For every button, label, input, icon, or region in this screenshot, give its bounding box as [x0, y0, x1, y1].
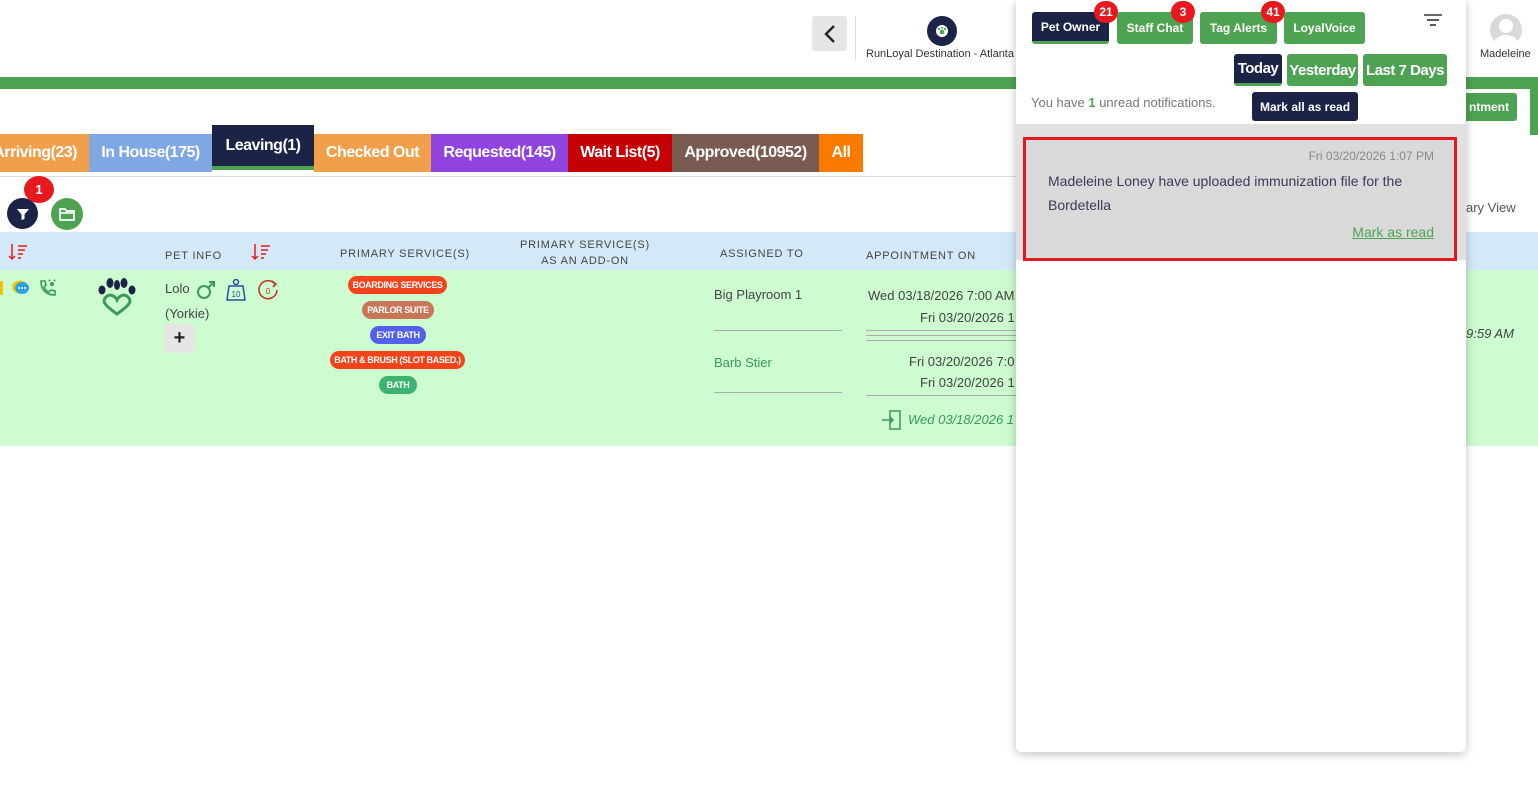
pet-avatar-paw-icon	[98, 278, 136, 316]
phone-pet-icon[interactable]	[38, 278, 58, 298]
filter-icon	[16, 208, 29, 220]
assigned-staff[interactable]: Barb Stier	[714, 355, 772, 370]
male-gender-icon	[197, 281, 215, 299]
date-tab-yesterday[interactable]: Yesterday	[1287, 54, 1358, 86]
tab-approved[interactable]: Approved(10952)	[672, 134, 819, 172]
service-pill[interactable]: BOARDING SERVICES	[348, 276, 447, 294]
mark-all-read-button[interactable]: Mark all as read	[1252, 92, 1358, 121]
date-tab-today[interactable]: Today	[1234, 54, 1282, 86]
notification-list: Fri 03/20/2026 1:07 PM Madeleine Loney h…	[1016, 124, 1466, 261]
appointment-start-2: Fri 03/20/2026 7:0	[909, 354, 1015, 369]
header-primary-services: PRIMARY SERVICE(S)	[340, 248, 470, 260]
visit-count-icon: 0	[258, 279, 278, 300]
notif-tab-tag-alerts[interactable]: Tag Alerts 41	[1200, 1, 1285, 44]
add-pet-info-button[interactable]: +	[164, 324, 195, 353]
mark-as-read-link[interactable]: Mark as read	[1352, 224, 1434, 240]
tab-label: Staff Chat	[1126, 21, 1184, 35]
notif-tab-staff-chat[interactable]: Staff Chat 3	[1117, 1, 1195, 44]
row-divider	[866, 335, 1016, 336]
row-divider	[866, 340, 1016, 341]
tab-requested[interactable]: Requested(145)	[431, 134, 568, 172]
sort-icon[interactable]	[251, 242, 271, 262]
sort-icon[interactable]	[8, 242, 28, 262]
header-appointment-on: APPOINTMENT ON	[866, 250, 977, 262]
tab-label: Tag Alerts	[1209, 21, 1268, 35]
row-divider	[714, 330, 842, 331]
tab-in-house[interactable]: In House(175)	[89, 134, 212, 172]
filter-count-badge: 1	[24, 176, 54, 203]
location-logo[interactable]	[927, 16, 957, 46]
header-primary-addon: PRIMARY SERVICE(S) AS AN ADD-ON	[520, 239, 650, 267]
notification-message: Madeleine Loney have uploaded immunizati…	[1048, 173, 1403, 213]
header-assigned-to: ASSIGNED TO	[720, 248, 804, 260]
back-button[interactable]	[812, 16, 847, 51]
unread-count: 1	[1088, 95, 1096, 110]
folder-icon	[59, 208, 75, 221]
user-icon	[1494, 19, 1518, 46]
paw-icon	[936, 25, 948, 37]
user-name[interactable]: Madeleine	[1480, 48, 1531, 60]
right-time: 9:59 AM	[1466, 326, 1514, 341]
tab-label: LoyalVoice	[1293, 21, 1356, 35]
notif-tab-pet-owner[interactable]: Pet Owner 21	[1032, 1, 1118, 44]
tab-arriving[interactable]: Arriving(23)	[0, 134, 89, 172]
status-marker	[0, 281, 3, 295]
notif-count-badge: 3	[1171, 1, 1195, 23]
service-pill[interactable]: EXIT BATH	[370, 326, 426, 344]
location-name[interactable]: RunLoyal Destination - Atlanta	[866, 48, 1016, 60]
appointment-end: Fri 03/20/2026 1	[920, 310, 1015, 325]
weight-icon: 10	[226, 278, 246, 301]
checkout-icon	[882, 410, 901, 430]
right-accent	[1530, 89, 1538, 135]
header-divider	[855, 16, 856, 60]
chevron-left-icon	[823, 24, 835, 43]
tabs-underline	[0, 176, 1016, 177]
tab-label: Pet Owner	[1040, 19, 1101, 34]
pet-visits: 0	[266, 287, 271, 296]
date-tab-last-7-days[interactable]: Last 7 Days	[1363, 54, 1447, 86]
tab-wait-list[interactable]: Wait List(5)	[568, 134, 672, 172]
checkout-time: Wed 03/18/2026 1	[908, 412, 1015, 427]
tab-checked-out[interactable]: Checked Out	[314, 134, 431, 172]
appointment-start: Wed 03/18/2026 7:00 AM	[868, 288, 1015, 303]
unread-summary: You have 1 unread notifications.	[1031, 95, 1216, 110]
service-pill[interactable]: BATH & BRUSH (SLOT BASED.)	[330, 351, 465, 369]
notification-panel: Pet Owner 21 Staff Chat 3 Tag Alerts 41 …	[1016, 0, 1466, 752]
pet-name[interactable]: Lolo	[165, 281, 190, 296]
notification-time: Fri 03/20/2026 1:07 PM	[1308, 149, 1434, 163]
user-avatar[interactable]	[1490, 14, 1522, 46]
notif-count-badge: 41	[1261, 1, 1285, 23]
unread-suffix: unread notifications.	[1095, 95, 1216, 110]
folder-button[interactable]	[51, 198, 83, 230]
row-divider	[866, 330, 1016, 331]
chat-icon[interactable]	[11, 279, 31, 297]
notification-item[interactable]: Fri 03/20/2026 1:07 PM Madeleine Loney h…	[1023, 137, 1457, 261]
unread-prefix: You have	[1031, 95, 1089, 110]
pet-weight: 10	[232, 290, 241, 299]
notif-count-badge: 21	[1094, 1, 1118, 23]
tab-all[interactable]: All	[819, 134, 863, 172]
new-appointment-button[interactable]: ntment	[1466, 93, 1517, 121]
filter-button[interactable]	[7, 198, 38, 229]
service-pill[interactable]: PARLOR SUITE	[362, 301, 434, 319]
notif-tab-loyalvoice[interactable]: LoyalVoice	[1284, 12, 1365, 44]
pet-breed: (Yorkie)	[165, 306, 210, 321]
sort-filter-icon[interactable]	[1423, 13, 1443, 29]
summary-view-link[interactable]: ary View	[1466, 200, 1516, 215]
row-divider	[866, 395, 1016, 396]
row-divider	[714, 392, 842, 393]
assigned-room[interactable]: Big Playroom 1	[714, 287, 802, 302]
header-pet-info: PET INFO	[165, 250, 222, 262]
tab-leaving[interactable]: Leaving(1)	[212, 125, 314, 170]
service-pill[interactable]: BATH	[379, 376, 417, 394]
appointment-end-2: Fri 03/20/2026 1	[920, 375, 1015, 390]
